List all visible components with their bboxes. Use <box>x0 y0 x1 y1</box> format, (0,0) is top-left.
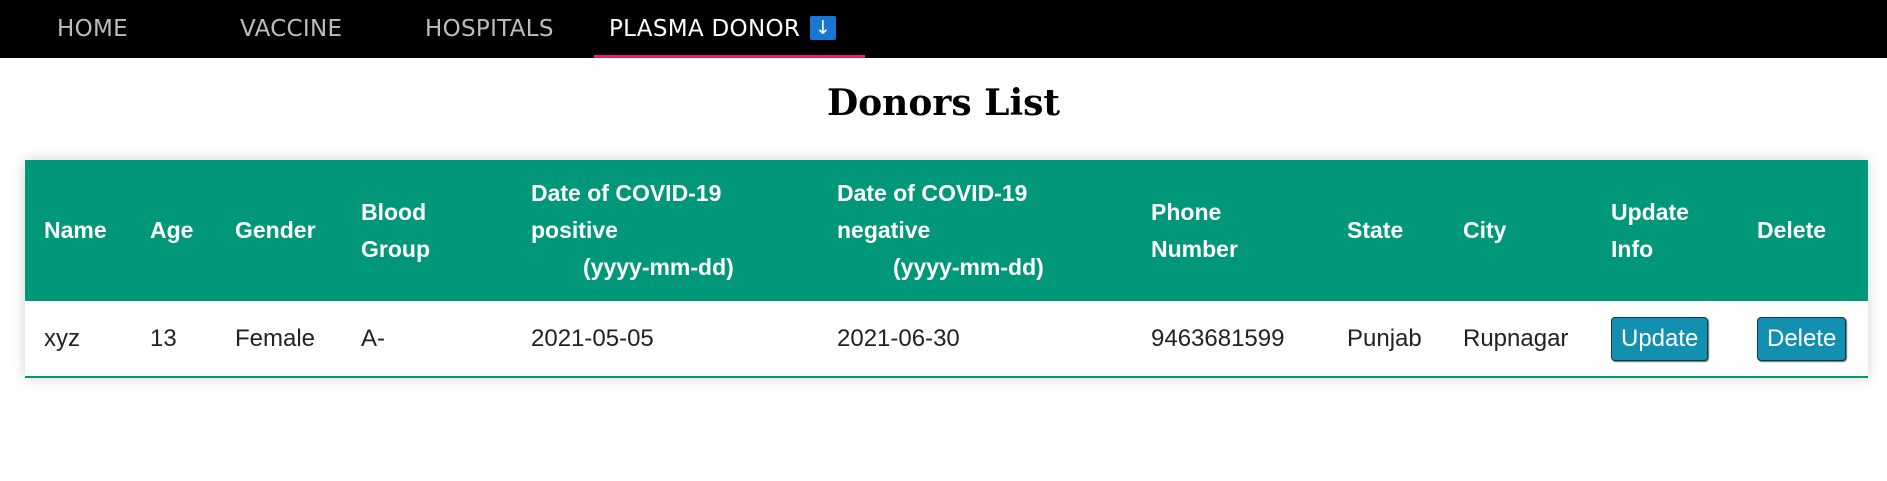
negative-header-format: (yyyy-mm-dd) <box>893 254 1044 280</box>
cell-state: Punjab <box>1347 325 1422 352</box>
table-header: Name Age Gender Blood Group Date of COVI… <box>25 160 1868 301</box>
cell-age: 13 <box>150 325 177 352</box>
positive-header-format: (yyyy-mm-dd) <box>583 254 734 280</box>
table-row: xyz 13 Female A- 2021-05-05 2021-06-30 9… <box>25 301 1868 378</box>
column-header-positive-date: Date of COVID-19 positive (yyyy-mm-dd) <box>531 175 734 286</box>
phone-header-line2: Number <box>1151 236 1238 262</box>
nav-hospitals[interactable]: HOSPITALS <box>425 0 554 58</box>
blood-header-line1: Blood <box>361 199 427 225</box>
nav-home[interactable]: HOME <box>57 0 128 58</box>
column-header-delete: Delete <box>1757 217 1827 243</box>
cell-phone: 9463681599 <box>1151 325 1285 352</box>
delete-button[interactable]: Delete <box>1757 317 1847 361</box>
page-title: Donors List <box>826 82 1061 124</box>
nav-vaccine[interactable]: VACCINE <box>240 0 342 58</box>
cell-negative-date: 2021-06-30 <box>837 325 960 352</box>
column-header-phone: Phone Number <box>1151 194 1238 268</box>
update-header-line2: Info <box>1611 236 1654 262</box>
blood-header-line2: Group <box>361 236 430 262</box>
update-button[interactable]: Update <box>1611 317 1709 361</box>
column-header-update-info: Update Info <box>1611 194 1689 268</box>
positive-header-line2: positive <box>531 217 618 243</box>
negative-header-line2: negative <box>837 217 931 243</box>
nav-plasma-donor-label: PLASMA DONOR <box>609 16 801 42</box>
update-header-line1: Update <box>1611 199 1689 225</box>
cell-positive-date: 2021-05-05 <box>531 325 654 352</box>
donors-table: Name Age Gender Blood Group Date of COVI… <box>25 160 1868 378</box>
active-tab-indicator <box>594 55 865 58</box>
top-navbar: HOME VACCINE HOSPITALS PLASMA DONOR ↓ <box>0 0 1887 58</box>
cell-blood-group: A- <box>361 325 385 352</box>
negative-header-line1: Date of COVID-19 <box>837 180 1028 206</box>
column-header-negative-date: Date of COVID-19 negative (yyyy-mm-dd) <box>837 175 1044 286</box>
cell-name: xyz <box>44 325 80 352</box>
column-header-age: Age <box>150 217 194 243</box>
column-header-state: State <box>1347 217 1404 243</box>
positive-header-line1: Date of COVID-19 <box>531 180 722 206</box>
column-header-blood-group: Blood Group <box>361 194 430 268</box>
cell-gender: Female <box>235 325 316 352</box>
cell-city: Rupnagar <box>1463 325 1569 352</box>
nav-plasma-donor[interactable]: PLASMA DONOR ↓ <box>609 0 837 58</box>
column-header-city: City <box>1463 217 1507 243</box>
column-header-gender: Gender <box>235 217 316 243</box>
column-header-name: Name <box>44 217 107 243</box>
phone-header-line1: Phone <box>1151 199 1222 225</box>
download-arrow-icon: ↓ <box>810 16 837 40</box>
